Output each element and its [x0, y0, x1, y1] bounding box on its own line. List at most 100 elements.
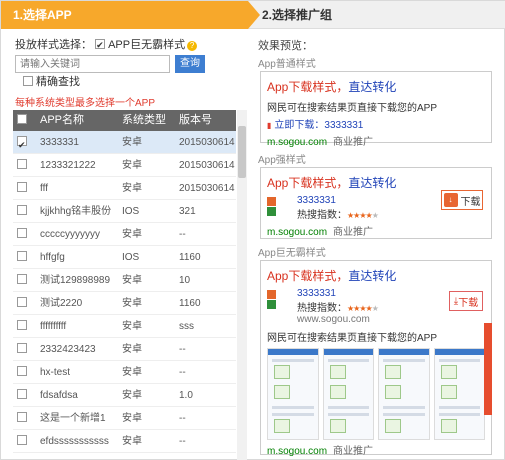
table-row[interactable]: 测试2220 安卓 1160	[13, 292, 236, 315]
table-row[interactable]: cccccyyyyyyy 安卓 --	[13, 223, 236, 246]
table-row[interactable]: fdsafdsa 安卓 1.0	[13, 384, 236, 407]
row-checkbox[interactable]	[17, 182, 27, 192]
app-screenshot	[322, 348, 374, 440]
download-button[interactable]: ⤓ 下载	[449, 291, 483, 311]
ad-url: m.sogou.com 商业推广	[267, 137, 374, 148]
app-icon	[267, 195, 289, 217]
app-name-cell: kjjkhhg铭丰股份	[40, 206, 112, 217]
table-row[interactable]: hffgfg IOS 1160	[13, 246, 236, 269]
version-cell: 10	[179, 275, 191, 286]
exact-search-checkbox[interactable]	[23, 76, 33, 86]
step-select-group[interactable]: 2.选择推广组	[262, 1, 332, 29]
row-checkbox[interactable]	[17, 412, 27, 422]
row-checkbox[interactable]	[17, 134, 27, 153]
download-button[interactable]: ↓ 下载	[441, 190, 483, 210]
query-button[interactable]: 查询	[175, 55, 205, 73]
gallery-next-arrow[interactable]	[484, 323, 492, 415]
row-checkbox[interactable]	[17, 205, 27, 215]
ad-description: 网民可在搜索结果页直接下载您的APP	[267, 103, 438, 114]
app-name[interactable]: 3333331	[297, 195, 378, 206]
table-row[interactable]: 3333331 安卓 2015030614	[13, 131, 236, 154]
search-input[interactable]	[15, 55, 170, 73]
app-name-cell: 测试129898989	[40, 275, 111, 286]
table-row[interactable]: ffffffffff 安卓 sss	[13, 315, 236, 338]
section-normal-label: App普通样式	[258, 59, 316, 70]
system-type-cell: 安卓	[122, 367, 142, 378]
style-label: 投放样式选择：	[15, 39, 92, 51]
row-checkbox[interactable]	[17, 389, 27, 399]
version-cell: 2015030614	[179, 160, 235, 171]
exact-search-row: 精确查找	[23, 75, 80, 89]
row-checkbox[interactable]	[17, 228, 27, 238]
app-name-cell: hffgfg	[40, 252, 65, 263]
version-cell: --	[179, 344, 186, 355]
row-checkbox[interactable]	[17, 251, 27, 261]
table-row[interactable]: efdsssssssssss 安卓 --	[13, 430, 236, 453]
hot-index: 热搜指数：★★★★★	[297, 210, 379, 221]
app-icon	[267, 288, 289, 310]
column-header-version: 版本号	[179, 114, 212, 126]
version-cell: 1160	[179, 298, 201, 309]
style-option-row: 投放样式选择： APP巨无霸样式?	[15, 37, 198, 53]
version-cell: sss	[179, 321, 194, 332]
system-type-cell: 安卓	[122, 436, 142, 447]
selection-warning: 每种系统类型最多选择一个APP	[15, 98, 156, 109]
app-screenshot	[433, 348, 485, 440]
app-table: APP名称 系统类型 版本号 3333331安卓2015030614123332…	[13, 110, 236, 460]
row-checkbox[interactable]	[17, 435, 27, 445]
version-cell: --	[179, 367, 186, 378]
app-name[interactable]: 3333331	[297, 288, 378, 299]
system-type-cell: 安卓	[122, 390, 142, 401]
table-row[interactable]: 测试129898989 安卓 10	[13, 269, 236, 292]
app-name-cell: fdsafdsa	[40, 390, 78, 401]
system-type-cell: 安卓	[122, 413, 142, 424]
scrollbar-thumb[interactable]	[238, 126, 246, 178]
star-icon: ★	[371, 211, 379, 220]
table-scrollbar[interactable]	[237, 110, 247, 460]
arrow-icon: ▮	[267, 121, 272, 130]
table-row[interactable]: 1233321222 安卓 2015030614	[13, 154, 236, 177]
ad-title: App下载样式，直达转化	[267, 176, 397, 190]
select-all-checkbox[interactable]	[17, 114, 27, 124]
preview-panel: 效果预览： App普通样式 App下载样式，直达转化 网民可在搜索结果页直接下载…	[252, 31, 502, 460]
app-screenshot	[267, 348, 319, 440]
download-line[interactable]: ▮ 立即下载：3333331	[267, 116, 485, 131]
preview-card-normal: App下载样式，直达转化 网民可在搜索结果页直接下载您的APP ▮ 立即下载：33…	[260, 71, 492, 148]
app-screenshot	[378, 348, 430, 440]
table-row[interactable]: 这是一个新增1 安卓 --	[13, 407, 236, 430]
table-row[interactable]: 2332423423 安卓 --	[13, 338, 236, 361]
app-name-cell: hx-test	[40, 367, 71, 378]
row-checkbox[interactable]	[17, 320, 27, 330]
ad-url: m.sogou.com 商业推广	[267, 446, 374, 457]
row-checkbox[interactable]	[17, 343, 27, 353]
rating-stars: ★★★★★	[347, 304, 379, 313]
help-icon[interactable]: ?	[187, 41, 198, 51]
app-name-cell: 1233321222	[40, 160, 96, 171]
preview-card-giant: App下载样式，直达转化 3333331 热搜指数：★★★★★ www.sogo…	[260, 260, 492, 457]
table-row[interactable]: kjjkhhg铭丰股份 IOS 321	[13, 200, 236, 223]
ad-url: m.sogou.com 商业推广	[267, 227, 374, 238]
section-giant-label: App巨无霸样式	[258, 248, 326, 259]
step-select-app[interactable]: 1.选择APP	[1, 1, 260, 29]
row-checkbox[interactable]	[17, 159, 27, 169]
screenshot-gallery[interactable]	[267, 348, 485, 440]
exact-search-label: 精确查找	[36, 76, 80, 88]
version-cell: 2015030614	[179, 137, 235, 148]
row-checkbox[interactable]	[17, 274, 27, 284]
table-row[interactable]: fff 安卓 2015030614	[13, 177, 236, 200]
system-type-cell: 安卓	[122, 137, 142, 148]
version-cell: 321	[179, 206, 196, 217]
table-header: APP名称 系统类型 版本号	[13, 110, 236, 131]
app-name-cell: fff	[40, 183, 48, 194]
style-checkbox[interactable]	[95, 37, 106, 53]
system-type-cell: 安卓	[122, 321, 142, 332]
version-cell: 1160	[179, 252, 201, 263]
system-type-cell: 安卓	[122, 229, 142, 240]
table-row[interactable]: hx-test 安卓 --	[13, 361, 236, 384]
column-header-name: APP名称	[40, 114, 85, 126]
system-type-cell: 安卓	[122, 344, 142, 355]
app-name-cell: 这是一个新增1	[40, 413, 106, 424]
row-checkbox[interactable]	[17, 297, 27, 307]
app-list-panel: 投放样式选择： APP巨无霸样式? 查询 精确查找 每种系统类型最多选择一个AP…	[9, 31, 249, 460]
row-checkbox[interactable]	[17, 366, 27, 376]
